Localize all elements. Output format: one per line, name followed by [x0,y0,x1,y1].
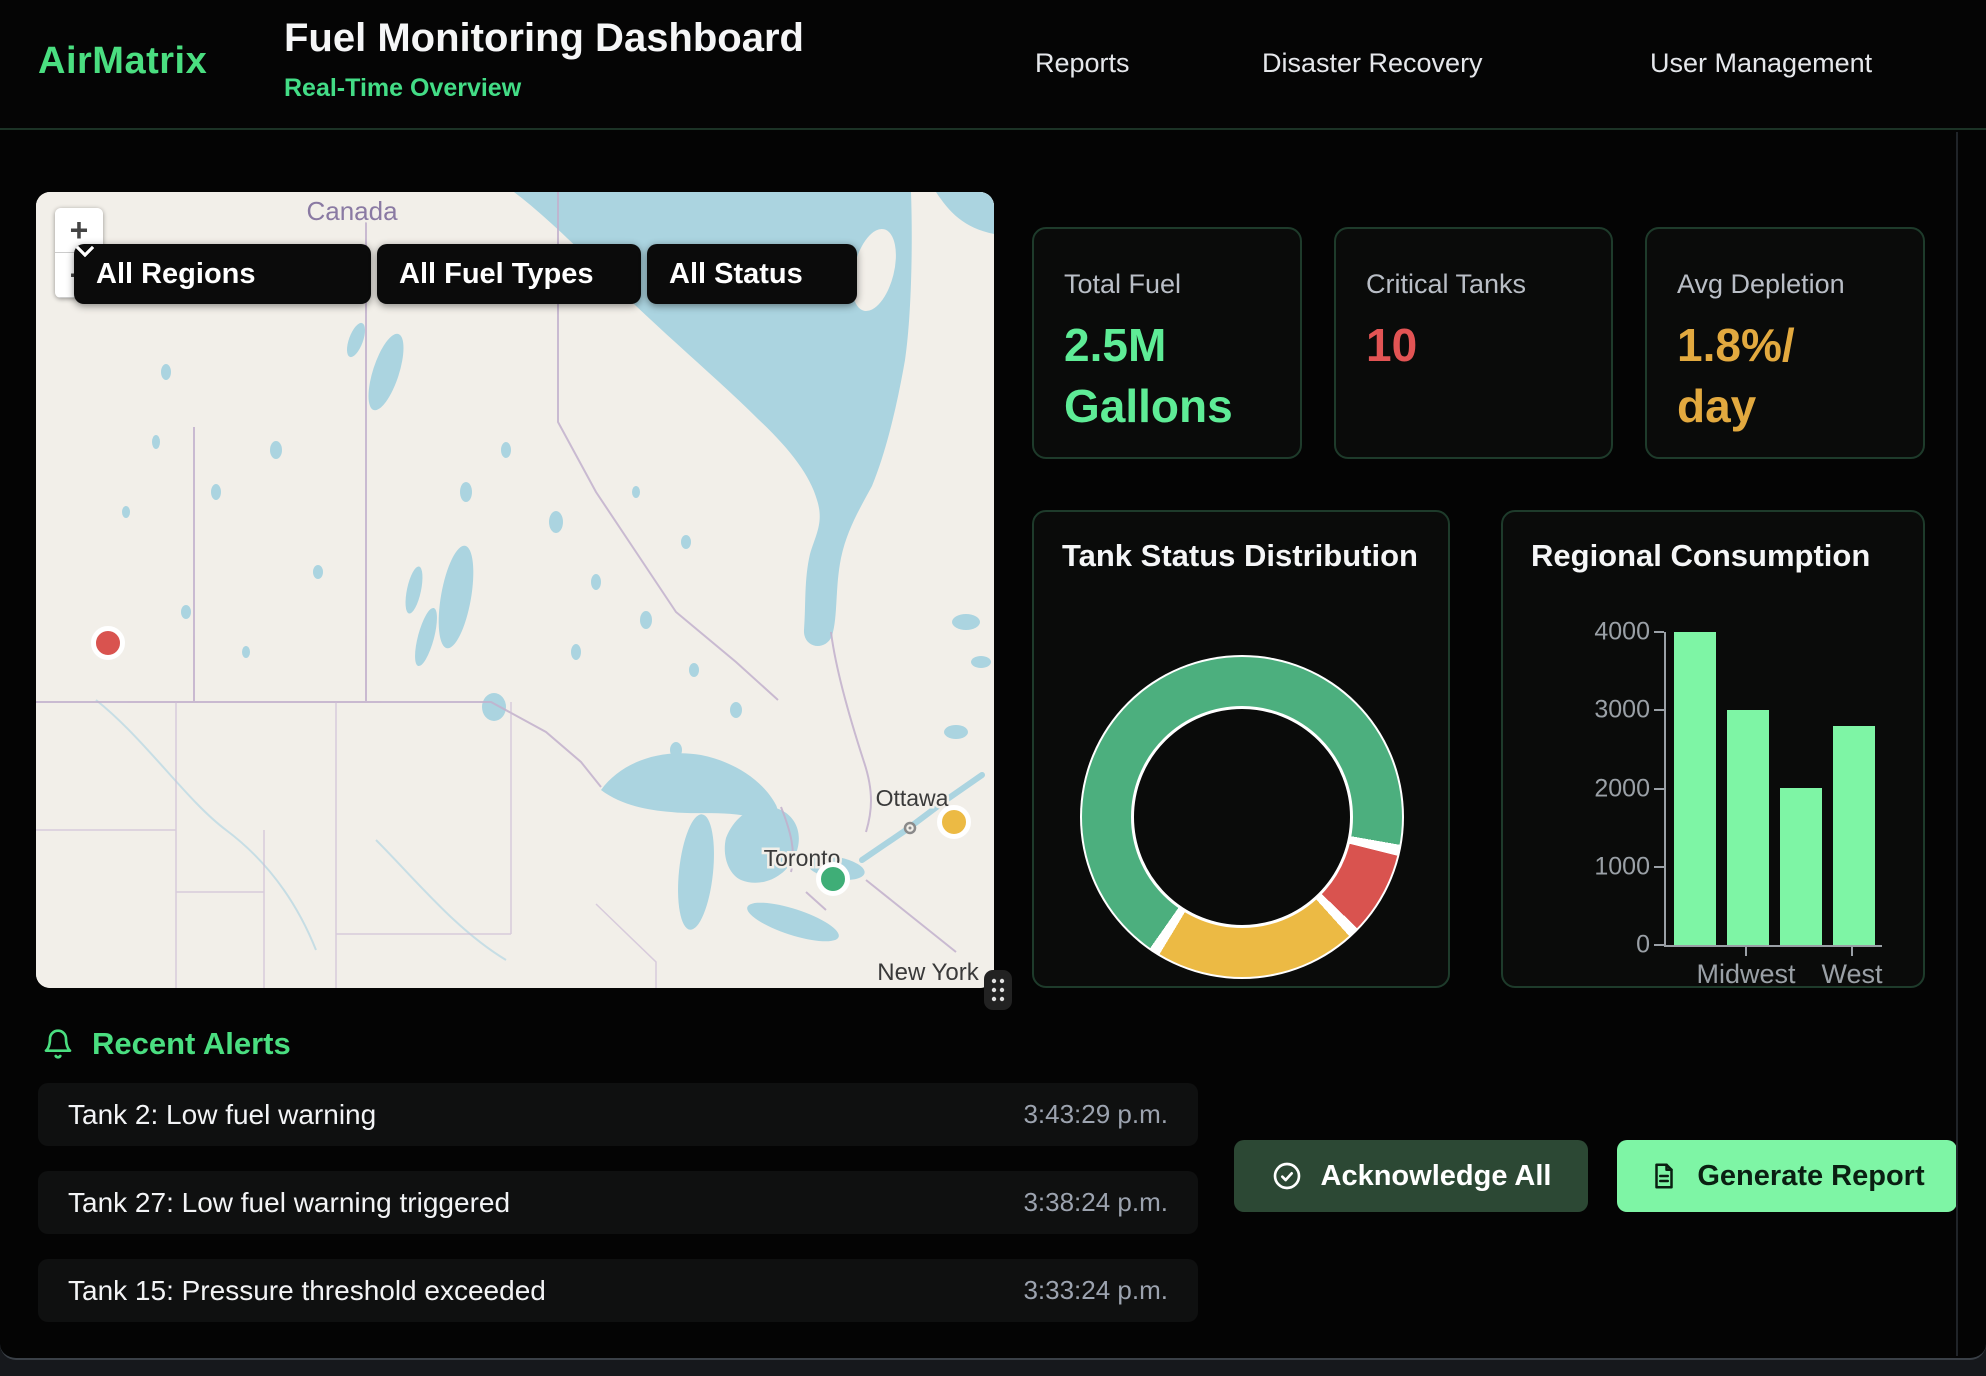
x-tick-label: Midwest [1696,959,1795,990]
map-marker-normal[interactable] [816,862,850,896]
map-label-ottawa: Ottawa [876,785,949,811]
y-tick-label: 2000 [1540,774,1650,803]
y-tick-mark [1654,944,1664,946]
nav-reports[interactable]: Reports [1035,46,1130,80]
tank-status-card: Tank Status Distribution [1032,510,1450,988]
y-tick-mark [1654,788,1664,790]
map-filter-bar: All Regions All Fuel Types All Status [74,244,857,304]
x-tick-mark [1851,947,1853,956]
chart-title: Tank Status Distribution [1062,538,1418,574]
alert-row[interactable]: Tank 15: Pressure threshold exceeded 3:33… [38,1259,1198,1322]
generate-report-button[interactable]: Generate Report [1617,1140,1957,1212]
y-tick-label: 3000 [1540,696,1650,725]
recent-alerts-heading: Recent Alerts [42,1026,291,1062]
bar-West [1833,726,1875,945]
y-tick-mark [1654,631,1664,633]
document-icon [1649,1161,1679,1191]
regional-consumption-card: Regional Consumption 0 1000 2000 3000 4000 M… [1501,510,1925,988]
status-filter-value: All Status [669,258,803,291]
main-panel: AirMatrix Fuel Monitoring Dashboard Real… [0,0,1986,1360]
region-filter-select[interactable]: All Regions [74,244,371,304]
right-scroll-rule [1956,132,1958,1356]
y-tick-label: 1000 [1540,852,1650,881]
y-tick-mark [1654,709,1664,711]
alert-text: Tank 2: Low fuel warning [68,1099,376,1131]
y-tick-label: 4000 [1540,618,1650,647]
map-label-country: Canada [306,196,398,226]
alert-list: Tank 2: Low fuel warning3:43:29 p.m.Tank… [38,1083,1198,1347]
chart-title: Regional Consumption [1531,538,1870,574]
x-tick-mark [1745,947,1747,956]
map-label-new-york: New York [877,959,979,986]
resize-grip-icon[interactable] [984,970,1012,1010]
donut-hole [1131,706,1353,928]
alert-timestamp: 3:43:29 p.m. [1023,1099,1168,1130]
stat-label: Critical Tanks [1366,269,1526,300]
stat-value: 10 [1366,315,1417,376]
y-tick-label: 0 [1540,931,1650,960]
bar-region-3 [1780,788,1822,945]
status-filter-select[interactable]: All Status [647,244,857,304]
chevron-down-icon [74,244,96,258]
nav-user-management[interactable]: User Management [1650,46,1872,80]
bar-region-1 [1674,632,1716,945]
alert-row[interactable]: Tank 27: Low fuel warning triggered 3:38:… [38,1171,1198,1234]
fuel-type-filter-value: All Fuel Types [399,258,593,291]
alert-text: Tank 27: Low fuel warning triggered [68,1187,510,1219]
stat-card-critical-tanks: Critical Tanks 10 [1334,227,1613,459]
generate-report-label: Generate Report [1697,1160,1924,1193]
recent-alerts-title: Recent Alerts [92,1026,291,1062]
stat-label: Total Fuel [1064,269,1181,300]
acknowledge-all-label: Acknowledge All [1321,1160,1552,1193]
alert-timestamp: 3:33:24 p.m. [1023,1275,1168,1306]
dashboard-page: AirMatrix Fuel Monitoring Dashboard Real… [0,0,1986,1376]
stat-card-total-fuel: Total Fuel 2.5M Gallons [1032,227,1302,459]
map-basemap: Canada Ottawa Toronto New York [36,192,994,988]
stat-value: 2.5M Gallons [1064,315,1233,437]
nav-disaster-recovery[interactable]: Disaster Recovery [1262,46,1483,80]
stat-value: 1.8%/ day [1677,315,1795,437]
y-tick-mark [1654,866,1664,868]
app-logo: AirMatrix [38,40,207,83]
check-circle-icon [1271,1160,1303,1192]
alert-text: Tank 15: Pressure threshold exceeded [68,1275,546,1307]
map-town-dot-icon [909,827,912,830]
map-canvas[interactable]: Canada Ottawa Toronto New York + − All R… [36,192,994,988]
region-filter-value: All Regions [96,258,256,291]
acknowledge-all-button[interactable]: Acknowledge All [1234,1140,1588,1212]
bar-chart-plot [1664,632,1882,947]
header: AirMatrix Fuel Monitoring Dashboard Real… [0,0,1986,130]
fuel-type-filter-select[interactable]: All Fuel Types [377,244,641,304]
alert-timestamp: 3:38:24 p.m. [1023,1187,1168,1218]
bar-Midwest [1727,710,1769,945]
stat-label: Avg Depletion [1677,269,1845,300]
x-tick-label: West [1821,959,1882,990]
map-marker-critical[interactable] [91,626,125,660]
stat-card-avg-depletion: Avg Depletion 1.8%/ day [1645,227,1925,459]
donut-chart [1080,655,1404,979]
map-marker-warning[interactable] [937,805,971,839]
bell-icon [42,1028,74,1060]
alert-row[interactable]: Tank 2: Low fuel warning 3:43:29 p.m. [38,1083,1198,1146]
page-subtitle: Real-Time Overview [284,74,521,103]
page-title: Fuel Monitoring Dashboard [284,16,804,61]
